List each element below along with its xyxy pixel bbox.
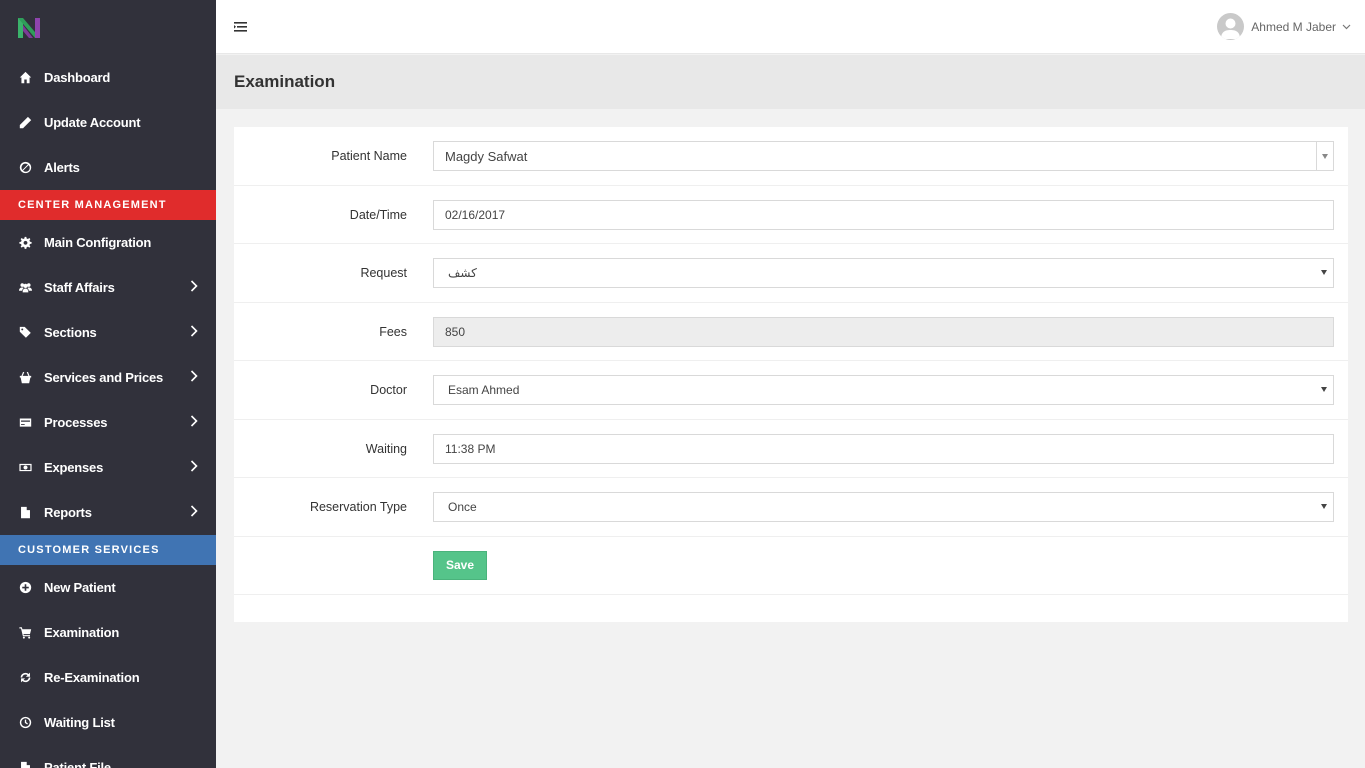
sidebar-item-alerts[interactable]: Alerts — [0, 145, 216, 190]
request-select[interactable]: كشف — [433, 258, 1334, 288]
waiting-value: 11:38 PM — [445, 441, 496, 456]
page-header: Examination — [216, 55, 1365, 109]
ban-icon — [18, 161, 32, 175]
sidebar-item-waiting-list[interactable]: Waiting List — [0, 700, 216, 745]
fees-value: 850 — [445, 324, 466, 339]
patient-name-label: Patient Name — [331, 149, 407, 163]
datetime-label: Date/Time — [349, 207, 407, 222]
form-row-request: Request كشف — [234, 244, 1348, 303]
reservation-type-select[interactable]: Once — [433, 492, 1334, 522]
waiting-label: Waiting — [365, 441, 407, 456]
file-icon — [18, 761, 32, 768]
avatar — [1217, 13, 1245, 40]
request-label: Request — [360, 266, 407, 280]
sidebar-item-label: Expenses — [44, 460, 104, 475]
save-button[interactable]: Save — [433, 550, 488, 580]
home-icon — [18, 71, 32, 85]
reservation-type-value: Once — [448, 500, 477, 514]
dropdown-arrow-icon — [1316, 142, 1333, 170]
sidebar-item-sections[interactable]: Sections — [0, 310, 216, 355]
form-row-fees: Fees 850 — [234, 303, 1348, 361]
cart-icon — [18, 626, 32, 640]
clock-icon — [18, 716, 32, 730]
refresh-icon — [18, 671, 32, 685]
datetime-input[interactable]: 02/16/2017 — [433, 199, 1334, 230]
form-row-doctor: Doctor Esam Ahmed — [234, 361, 1348, 420]
sidebar-item-dashboard[interactable]: Dashboard — [0, 55, 216, 100]
datetime-value: 02/16/2017 — [445, 207, 506, 222]
money-icon — [18, 461, 32, 475]
sidebar-section-center-management: CENTER MANAGEMENT — [0, 190, 216, 220]
chevron-right-icon — [190, 280, 198, 294]
caret-down-icon — [1321, 270, 1327, 275]
plus-circle-icon — [18, 581, 32, 595]
topbar: Ahmed M Jaber — [216, 0, 1365, 54]
patient-name-value: Magdy Safwat — [445, 148, 528, 164]
sidebar: Dashboard Update Account Alerts CENTER M… — [0, 0, 216, 768]
examination-form: Patient Name Magdy Safwat Date/Time 02/1… — [234, 127, 1348, 622]
sidebar-item-label: Update Account — [44, 115, 141, 130]
waiting-input[interactable]: 11:38 PM — [433, 433, 1334, 464]
chevron-right-icon — [190, 415, 198, 429]
form-row-patient-name: Patient Name Magdy Safwat — [234, 127, 1348, 186]
sidebar-item-patient-file[interactable]: Patient File — [0, 745, 216, 768]
form-row-reservation-type: Reservation Type Once — [234, 478, 1348, 537]
sidebar-item-processes[interactable]: Processes — [0, 400, 216, 445]
sidebar-item-label: New Patient — [44, 580, 116, 595]
chevron-right-icon — [190, 505, 198, 519]
sidebar-item-label: Patient File — [44, 760, 111, 768]
sidebar-item-main-configration[interactable]: Main Configration — [0, 220, 216, 265]
sidebar-item-expenses[interactable]: Expenses — [0, 445, 216, 490]
reservation-type-label: Reservation Type — [309, 500, 407, 514]
gear-icon — [18, 236, 32, 250]
menu-toggle-icon[interactable] — [234, 20, 248, 32]
fees-label: Fees — [379, 324, 407, 339]
sidebar-item-new-patient[interactable]: New Patient — [0, 565, 216, 610]
sidebar-item-label: Dashboard — [44, 70, 111, 85]
sidebar-item-label: Re-Examination — [44, 670, 140, 685]
form-row-waiting: Waiting 11:38 PM — [234, 420, 1348, 478]
pencil-icon — [18, 116, 32, 130]
user-menu[interactable]: Ahmed M Jaber — [1217, 13, 1351, 40]
patient-name-select[interactable]: Magdy Safwat — [433, 141, 1334, 171]
sidebar-item-label: Sections — [44, 325, 97, 340]
sidebar-item-services-and-prices[interactable]: Services and Prices — [0, 355, 216, 400]
sidebar-item-examination[interactable]: Examination — [0, 610, 216, 655]
doctor-value: Esam Ahmed — [448, 383, 520, 397]
sidebar-item-reports[interactable]: Reports — [0, 490, 216, 535]
sidebar-item-label: Staff Affairs — [44, 280, 115, 295]
sidebar-item-label: Processes — [44, 415, 108, 430]
doctor-label: Doctor — [370, 383, 407, 397]
tags-icon — [18, 326, 32, 340]
sidebar-item-staff-affairs[interactable]: Staff Affairs — [0, 265, 216, 310]
chevron-down-icon — [1342, 24, 1351, 29]
chevron-right-icon — [190, 325, 198, 339]
sidebar-item-update-account[interactable]: Update Account — [0, 100, 216, 145]
sidebar-item-label: Alerts — [44, 160, 80, 175]
sidebar-section-customer-services: CUSTOMER SERVICES — [0, 535, 216, 565]
form-row-datetime: Date/Time 02/16/2017 — [234, 186, 1348, 244]
file-icon — [18, 506, 32, 520]
sidebar-item-re-examination[interactable]: Re-Examination — [0, 655, 216, 700]
fees-input[interactable]: 850 — [433, 316, 1334, 347]
sidebar-item-label: Examination — [44, 625, 120, 640]
chevron-right-icon — [190, 370, 198, 384]
page-title: Examination — [234, 72, 336, 91]
sidebar-item-label: Waiting List — [44, 715, 115, 730]
card-icon — [18, 416, 32, 430]
users-icon — [18, 281, 32, 295]
logo[interactable] — [0, 0, 216, 55]
request-value: كشف — [448, 266, 477, 280]
doctor-select[interactable]: Esam Ahmed — [433, 375, 1334, 405]
user-name: Ahmed M Jaber — [1251, 19, 1336, 34]
caret-down-icon — [1321, 504, 1327, 509]
basket-icon — [18, 371, 32, 385]
form-row-actions: Save — [234, 537, 1348, 595]
caret-down-icon — [1321, 387, 1327, 392]
sidebar-item-label: Services and Prices — [44, 370, 164, 385]
sidebar-item-label: Reports — [44, 505, 92, 520]
sidebar-item-label: Main Configration — [44, 235, 152, 250]
logo-icon — [18, 17, 40, 38]
chevron-right-icon — [190, 460, 198, 474]
